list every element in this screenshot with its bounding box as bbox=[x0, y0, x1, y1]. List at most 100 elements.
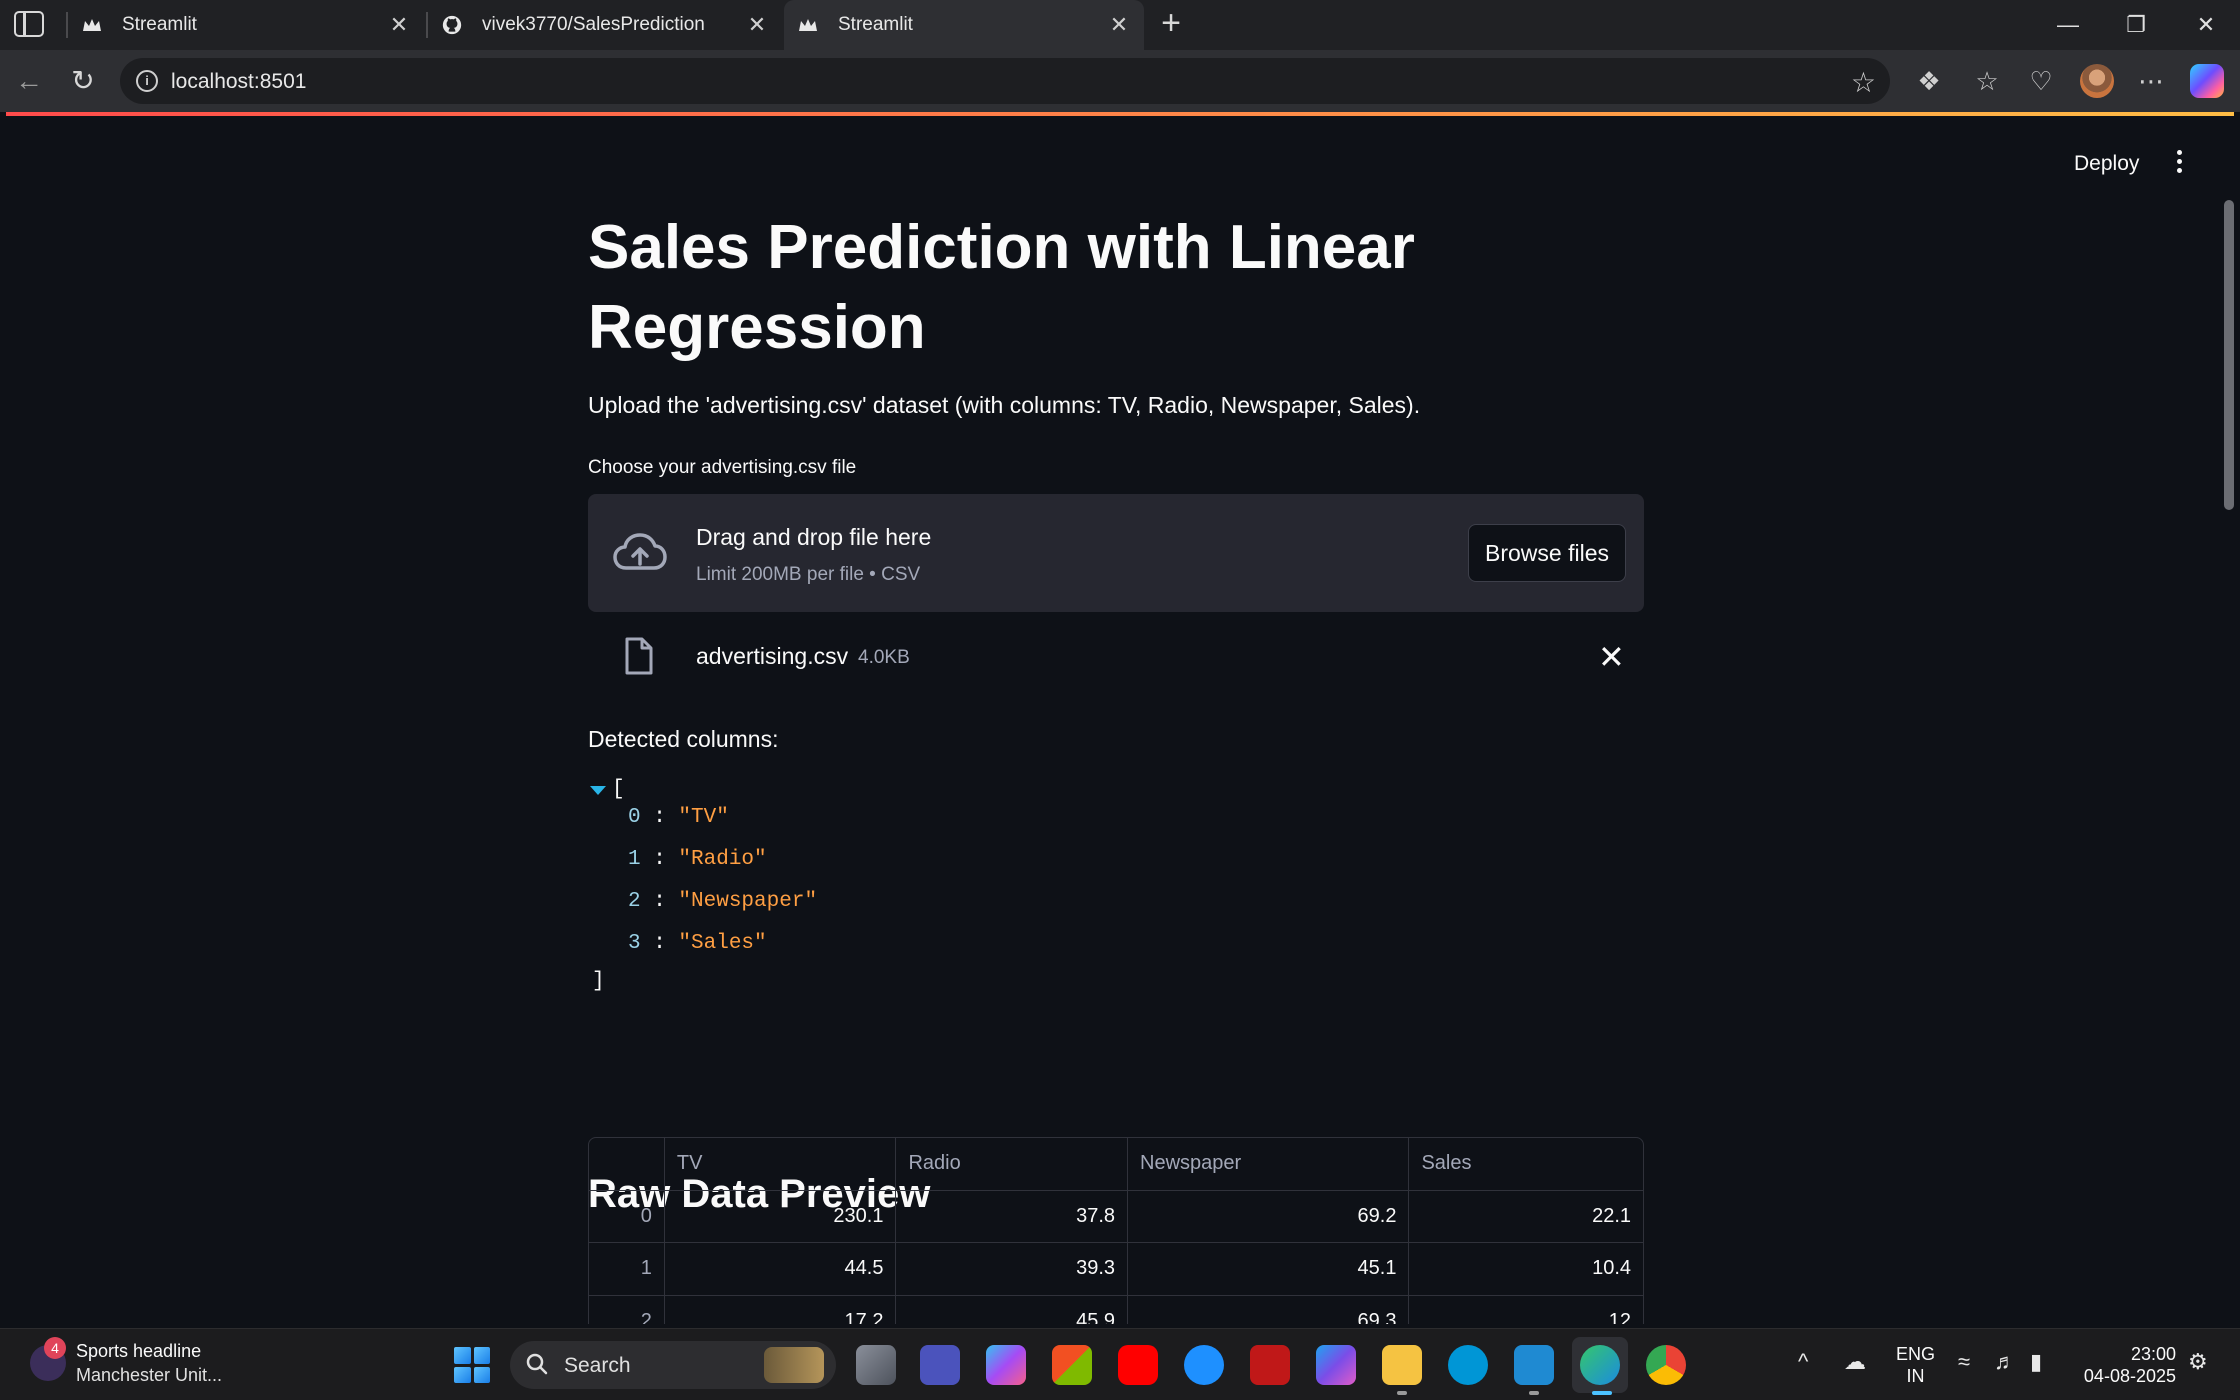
copilot-app-icon[interactable] bbox=[986, 1345, 1026, 1385]
close-tab-icon[interactable]: ✕ bbox=[746, 14, 768, 36]
tab-label: Streamlit bbox=[122, 14, 197, 35]
search-placeholder: Search bbox=[564, 1354, 631, 1377]
uploader-label: Choose your advertising.csv file bbox=[588, 457, 857, 478]
table-header-cell[interactable]: TV bbox=[665, 1138, 897, 1190]
table-cell[interactable]: 12 bbox=[1409, 1296, 1643, 1324]
new-tab-button[interactable]: + bbox=[1154, 6, 1188, 40]
json-entry: 0 : "TV" bbox=[628, 806, 729, 829]
table-cell[interactable]: 39.3 bbox=[896, 1243, 1129, 1295]
battery-icon[interactable]: ▮ bbox=[2030, 1349, 2042, 1375]
row-index: 1 bbox=[589, 1243, 665, 1295]
table-cell[interactable]: 44.5 bbox=[665, 1243, 897, 1295]
table-row: 2 17.2 45.9 69.3 12 bbox=[589, 1295, 1643, 1324]
minimize-icon[interactable]: — bbox=[2048, 8, 2088, 42]
edge-icon[interactable] bbox=[1580, 1345, 1620, 1385]
json-entry: 3 : "Sales" bbox=[628, 932, 767, 955]
wifi-icon[interactable]: ≈ bbox=[1958, 1349, 1970, 1375]
vscode-icon[interactable] bbox=[1514, 1345, 1554, 1385]
chrome-icon[interactable] bbox=[1646, 1345, 1686, 1385]
main-menu-icon[interactable] bbox=[2174, 150, 2184, 176]
file-explorer-icon[interactable] bbox=[1382, 1345, 1422, 1385]
collapse-caret-icon[interactable] bbox=[590, 786, 606, 795]
table-row: 0 230.1 37.8 69.2 22.1 bbox=[589, 1190, 1643, 1243]
table-cell[interactable]: 230.1 bbox=[665, 1190, 897, 1242]
url-text[interactable]: localhost:8501 bbox=[171, 70, 306, 94]
remove-file-icon[interactable]: ✕ bbox=[1598, 638, 1625, 676]
tab-github[interactable]: vivek3770/SalesPrediction ✕ bbox=[428, 0, 782, 50]
close-window-icon[interactable]: ✕ bbox=[2186, 8, 2226, 42]
data-preview-table[interactable]: TV Radio Newspaper Sales 0 230.1 37.8 69… bbox=[588, 1137, 1644, 1324]
running-indicator bbox=[1397, 1391, 1407, 1395]
close-tab-icon[interactable]: ✕ bbox=[1108, 14, 1130, 36]
store-icon[interactable] bbox=[1052, 1345, 1092, 1385]
table-cell[interactable]: 69.2 bbox=[1128, 1190, 1410, 1242]
file-dropzone[interactable]: Drag and drop file here Limit 200MB per … bbox=[588, 494, 1644, 612]
json-open-bracket: [ bbox=[612, 778, 625, 801]
favorite-star-icon[interactable]: ☆ bbox=[1851, 66, 1876, 99]
dropzone-limit: Limit 200MB per file • CSV bbox=[696, 564, 921, 585]
lang-line1: ENG bbox=[1896, 1344, 1936, 1364]
youtube-icon[interactable] bbox=[1118, 1345, 1158, 1385]
json-close-bracket: ] bbox=[592, 970, 605, 993]
clock[interactable]: 23:00 04-08-2025 bbox=[2080, 1343, 2176, 1387]
tab-label: Streamlit bbox=[838, 14, 913, 35]
table-header-cell[interactable]: Newspaper bbox=[1128, 1138, 1410, 1190]
more-menu-icon[interactable]: ⋯ bbox=[2134, 64, 2168, 98]
tab-streamlit-active[interactable]: Streamlit ✕ bbox=[784, 0, 1144, 50]
clock-date: 04-08-2025 bbox=[2083, 1366, 2176, 1386]
page-subtitle: Upload the 'advertising.csv' dataset (wi… bbox=[588, 392, 1421, 418]
dropzone-title: Drag and drop file here bbox=[696, 524, 932, 550]
browser-tab-bar: Streamlit ✕ vivek3770/SalesPrediction ✕ … bbox=[0, 0, 2240, 50]
table-cell[interactable]: 37.8 bbox=[896, 1190, 1129, 1242]
deploy-button[interactable]: Deploy bbox=[2074, 152, 2139, 176]
table-header-cell[interactable]: Radio bbox=[896, 1138, 1129, 1190]
windows-start-icon[interactable] bbox=[454, 1347, 490, 1383]
site-info-icon[interactable]: i bbox=[136, 70, 158, 92]
tab-streamlit-1[interactable]: Streamlit ✕ bbox=[68, 0, 424, 50]
refresh-icon[interactable]: ↻ bbox=[66, 64, 100, 98]
tab-label: vivek3770/SalesPrediction bbox=[482, 14, 705, 35]
file-size: 4.0KB bbox=[858, 647, 910, 668]
table-cell[interactable]: 10.4 bbox=[1409, 1243, 1643, 1295]
onedrive-icon[interactable]: ☁ bbox=[1844, 1349, 1866, 1375]
json-entry: 1 : "Radio" bbox=[628, 848, 767, 871]
address-bar[interactable]: i localhost:8501 ☆ bbox=[120, 58, 1890, 104]
favorites-icon[interactable]: ☆ bbox=[1970, 64, 2004, 98]
close-tab-icon[interactable]: ✕ bbox=[388, 14, 410, 36]
teams-icon[interactable] bbox=[920, 1345, 960, 1385]
row-index: 0 bbox=[589, 1190, 665, 1242]
task-view-icon[interactable] bbox=[856, 1345, 896, 1385]
page-scrollbar[interactable] bbox=[2224, 200, 2234, 510]
volume-icon[interactable]: ♬ bbox=[1994, 1349, 2016, 1375]
table-cell[interactable]: 45.9 bbox=[896, 1295, 1129, 1324]
show-hidden-icons-icon[interactable]: ^ bbox=[1798, 1349, 1808, 1375]
taskbar-search[interactable]: Search bbox=[510, 1341, 836, 1389]
notification-bell-icon[interactable]: ⚙ bbox=[2188, 1349, 2208, 1375]
json-entry: 2 : "Newspaper" bbox=[628, 890, 818, 913]
language-indicator[interactable]: ENG IN bbox=[1896, 1343, 1935, 1387]
back-icon[interactable]: ← bbox=[12, 64, 46, 98]
uploaded-file: advertising.csv 4.0KB ✕ bbox=[588, 626, 1644, 690]
table-cell[interactable]: 17.2 bbox=[665, 1295, 897, 1324]
table-cell[interactable]: 22.1 bbox=[1409, 1191, 1643, 1243]
copilot-icon[interactable] bbox=[2190, 64, 2224, 98]
detected-columns-label: Detected columns: bbox=[588, 726, 779, 752]
restore-icon[interactable]: ❐ bbox=[2116, 8, 2156, 42]
browse-files-button[interactable]: Browse files bbox=[1468, 524, 1626, 582]
news-headline-title[interactable]: Sports headline bbox=[76, 1341, 201, 1362]
extensions-icon[interactable]: ❖ bbox=[1912, 64, 1946, 98]
table-header-cell[interactable]: Sales bbox=[1409, 1138, 1643, 1190]
table-cell[interactable]: 69.3 bbox=[1128, 1295, 1410, 1324]
help-icon[interactable] bbox=[1184, 1345, 1224, 1385]
profile-avatar[interactable] bbox=[2080, 64, 2114, 98]
hp-icon[interactable] bbox=[1448, 1345, 1488, 1385]
lang-line2: IN bbox=[1906, 1366, 1925, 1386]
news-headline-sub[interactable]: Manchester Unit... bbox=[76, 1365, 222, 1386]
m365-icon[interactable] bbox=[1316, 1345, 1356, 1385]
mcafee-icon[interactable] bbox=[1250, 1345, 1290, 1385]
tab-actions-icon[interactable] bbox=[14, 11, 44, 37]
streamlit-header-decoration bbox=[6, 112, 2234, 116]
streamlit-crown-icon bbox=[82, 15, 102, 35]
browser-essentials-icon[interactable]: ♡ bbox=[2024, 64, 2058, 98]
table-cell[interactable]: 45.1 bbox=[1128, 1243, 1410, 1295]
